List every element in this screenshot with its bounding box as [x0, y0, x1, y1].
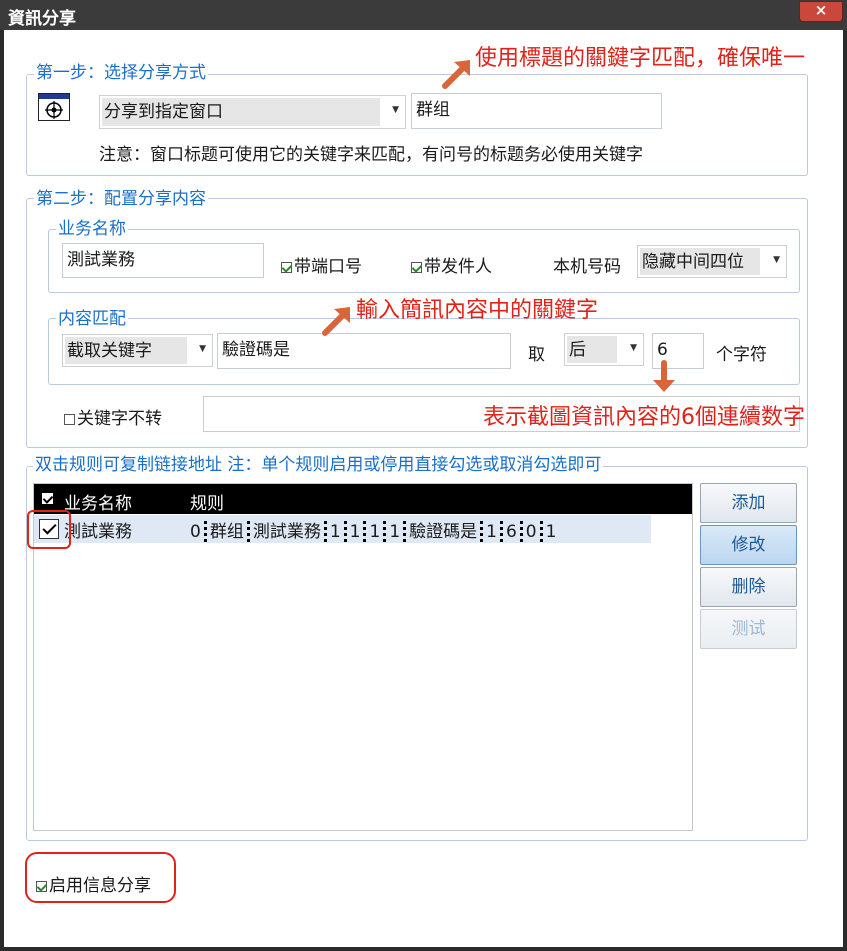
step2-legend: 第二步：配置分享内容: [34, 189, 208, 209]
annotation-content-keyword: 輸入簡訊內容中的關鍵字: [356, 298, 599, 323]
delete-button[interactable]: 删除: [700, 567, 797, 607]
take-label: 取: [528, 345, 545, 365]
rules-legend: 双击规则可复制链接地址 注：单个规则启用或停用直接勾选或取消勾选即可: [33, 455, 604, 475]
keyword-no-convert-label: 关键字不转: [77, 409, 162, 429]
with-port-label: 带端口号: [294, 257, 362, 277]
window-title: 資訊分享: [8, 9, 76, 29]
close-button[interactable]: ×: [799, 1, 843, 22]
annotation-arrow-icon: [322, 307, 350, 336]
window-keyword-input[interactable]: 群组: [411, 93, 662, 129]
chevron-down-icon: ▼: [630, 343, 637, 353]
share-mode-value: 分享到指定窗口: [102, 98, 380, 126]
rule-part: 驗證碼是: [409, 522, 478, 542]
rule-part: 0: [190, 522, 201, 542]
title-bar[interactable]: 資訊分享 ×: [0, 0, 847, 30]
test-button[interactable]: 测试: [700, 609, 797, 649]
match-mode-select[interactable]: 截取关键字 ▼: [62, 334, 213, 367]
keyword-no-convert-checkbox[interactable]: 关键字不转: [64, 404, 162, 429]
rules-list[interactable]: 业务名称 规则 測試業務 0 群组 測試業務 1 1 1 1 驗證碼是 1 6 0 1: [33, 483, 693, 831]
highlight-enable-share: [25, 852, 176, 903]
with-port-checkbox[interactable]: 带端口号: [281, 252, 362, 277]
rule-part: 群组: [209, 522, 244, 542]
edit-button[interactable]: 修改: [700, 525, 797, 565]
rules-list-header: 业务名称 规则: [34, 484, 692, 514]
rule-part: 1: [329, 522, 341, 542]
annotation-arrow-icon: [442, 60, 470, 89]
direction-select[interactable]: 后 ▼: [564, 333, 644, 366]
match-mode-value: 截取关键字: [65, 337, 187, 364]
local-number-value: 隐藏中间四位: [640, 248, 760, 275]
select-all-checkbox[interactable]: [42, 493, 54, 504]
share-mode-select[interactable]: 分享到指定窗口 ▼: [99, 95, 406, 129]
header-rule[interactable]: 规则: [190, 489, 224, 514]
checkbox-checked-icon: [411, 261, 422, 273]
annotation-title-keyword: 使用標題的關鍵字匹配，確保唯一: [475, 46, 806, 71]
direction-value: 后: [567, 336, 617, 363]
rule-part: 1: [349, 522, 361, 542]
checkbox-unchecked-icon: [64, 413, 75, 425]
step1-legend: 第一步：选择分享方式: [34, 63, 208, 83]
step1-note: 注意：窗口标题可使用它的关键字来匹配，有问号的标题务必使用关键字: [99, 145, 643, 165]
window-target-icon[interactable]: [38, 93, 70, 121]
chevron-down-icon: ▼: [199, 344, 206, 354]
business-legend: 业务名称: [56, 219, 128, 239]
rule-part: 1: [545, 522, 557, 542]
rule-part: 0: [525, 522, 537, 542]
header-business-name[interactable]: 业务名称: [64, 489, 132, 514]
with-sender-checkbox[interactable]: 带发件人: [411, 252, 492, 277]
chevron-down-icon: ▼: [773, 255, 780, 265]
business-name-input[interactable]: 測試業務: [62, 243, 264, 278]
local-number-select[interactable]: 隐藏中间四位 ▼: [637, 245, 787, 278]
rule-part: 1: [389, 522, 401, 542]
row-rule: 0 群组 測試業務 1 1 1 1 驗證碼是 1 6 0 1: [190, 517, 556, 543]
rule-part: 6: [505, 522, 517, 542]
highlight-row-checkbox: [27, 510, 71, 549]
checkbox-checked-icon: [281, 261, 292, 273]
rule-part: 1: [369, 522, 381, 542]
rule-part: 1: [486, 522, 497, 542]
chevron-down-icon: ▼: [392, 105, 399, 115]
rule-part: 測試業務: [252, 522, 321, 542]
unit-label: 个字符: [716, 345, 767, 365]
content-match-legend: 内容匹配: [56, 309, 128, 329]
with-sender-label: 带发件人: [424, 257, 492, 277]
annotation-arrow-icon: [653, 360, 675, 392]
add-button[interactable]: 添加: [700, 483, 797, 523]
local-number-label: 本机号码: [553, 257, 621, 277]
annotation-digit-count: 表示截圖資訊內容的6個連續数字: [483, 405, 805, 430]
content-keyword-input[interactable]: 驗證碼是: [217, 333, 511, 369]
table-row[interactable]: 測試業務 0 群组 測試業務 1 1 1 1 驗證碼是 1 6 0 1: [34, 515, 651, 543]
row-business-name: 測試業務: [64, 522, 132, 542]
